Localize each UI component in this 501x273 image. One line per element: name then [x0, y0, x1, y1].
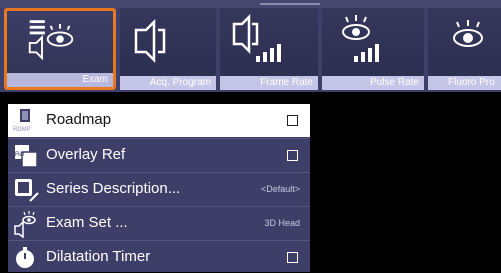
menu-item-series-description[interactable]: Series Description... <Default> [8, 172, 310, 205]
exam-set-icon [14, 211, 36, 238]
menu-item-label: Series Description... [46, 180, 181, 197]
pulse-rate-eye-icon [342, 15, 379, 62]
fluoro-button[interactable]: Fluoro Pro [428, 8, 501, 90]
exam-button-label: Exam [7, 73, 113, 87]
menu-item-label: Overlay Ref [46, 146, 126, 163]
pulse-rate-button[interactable]: Pulse Rate [322, 8, 424, 90]
pulse-rate-button-label: Pulse Rate [322, 76, 424, 90]
roadmap-icon: RDMP [13, 109, 31, 133]
acq-program-icon [134, 18, 166, 64]
exam-button[interactable]: Exam [4, 8, 116, 90]
menu-item-roadmap[interactable]: RDMP Roadmap [8, 104, 310, 137]
series-description-value: <Default> [260, 184, 300, 194]
roadmap-checkbox[interactable] [287, 115, 298, 126]
acq-program-button[interactable]: Acq. Program [120, 8, 216, 90]
dilatation-timer-checkbox[interactable] [287, 252, 298, 263]
exam-dropdown-menu: RDMP Roadmap Ref Overlay Ref Series Desc… [8, 104, 310, 272]
series-description-icon [15, 179, 39, 202]
menu-item-overlay-ref[interactable]: Ref Overlay Ref [8, 138, 310, 171]
menu-item-label: Dilatation Timer [46, 248, 151, 265]
fluoro-button-label: Fluoro Pro [428, 76, 501, 90]
menu-item-exam-set[interactable]: Exam Set ... 3D Head [8, 206, 310, 239]
exam-set-value: 3D Head [264, 218, 300, 228]
overlay-ref-icon: Ref [15, 145, 38, 168]
svg-text:Ref: Ref [15, 152, 25, 158]
overlay-ref-checkbox[interactable] [287, 150, 298, 161]
frame-rate-icon [232, 13, 281, 62]
frame-rate-button-label: Frame Rate [220, 76, 318, 90]
menu-item-label: Exam Set ... [46, 214, 128, 231]
frame-rate-button[interactable]: Frame Rate [220, 8, 318, 90]
toolbar: Exam Acq. Program Frame Rate Pulse Rate [0, 0, 501, 92]
menu-item-label: Roadmap [46, 111, 112, 128]
fluoro-eye-icon [453, 20, 483, 47]
stopwatch-icon [16, 247, 34, 268]
menu-item-dilatation-timer[interactable]: Dilatation Timer [8, 240, 310, 273]
exam-eye-icon [28, 20, 74, 61]
toolbar-top-strip [0, 0, 501, 8]
acq-program-button-label: Acq. Program [120, 76, 216, 90]
svg-text:RDMP: RDMP [13, 127, 31, 133]
